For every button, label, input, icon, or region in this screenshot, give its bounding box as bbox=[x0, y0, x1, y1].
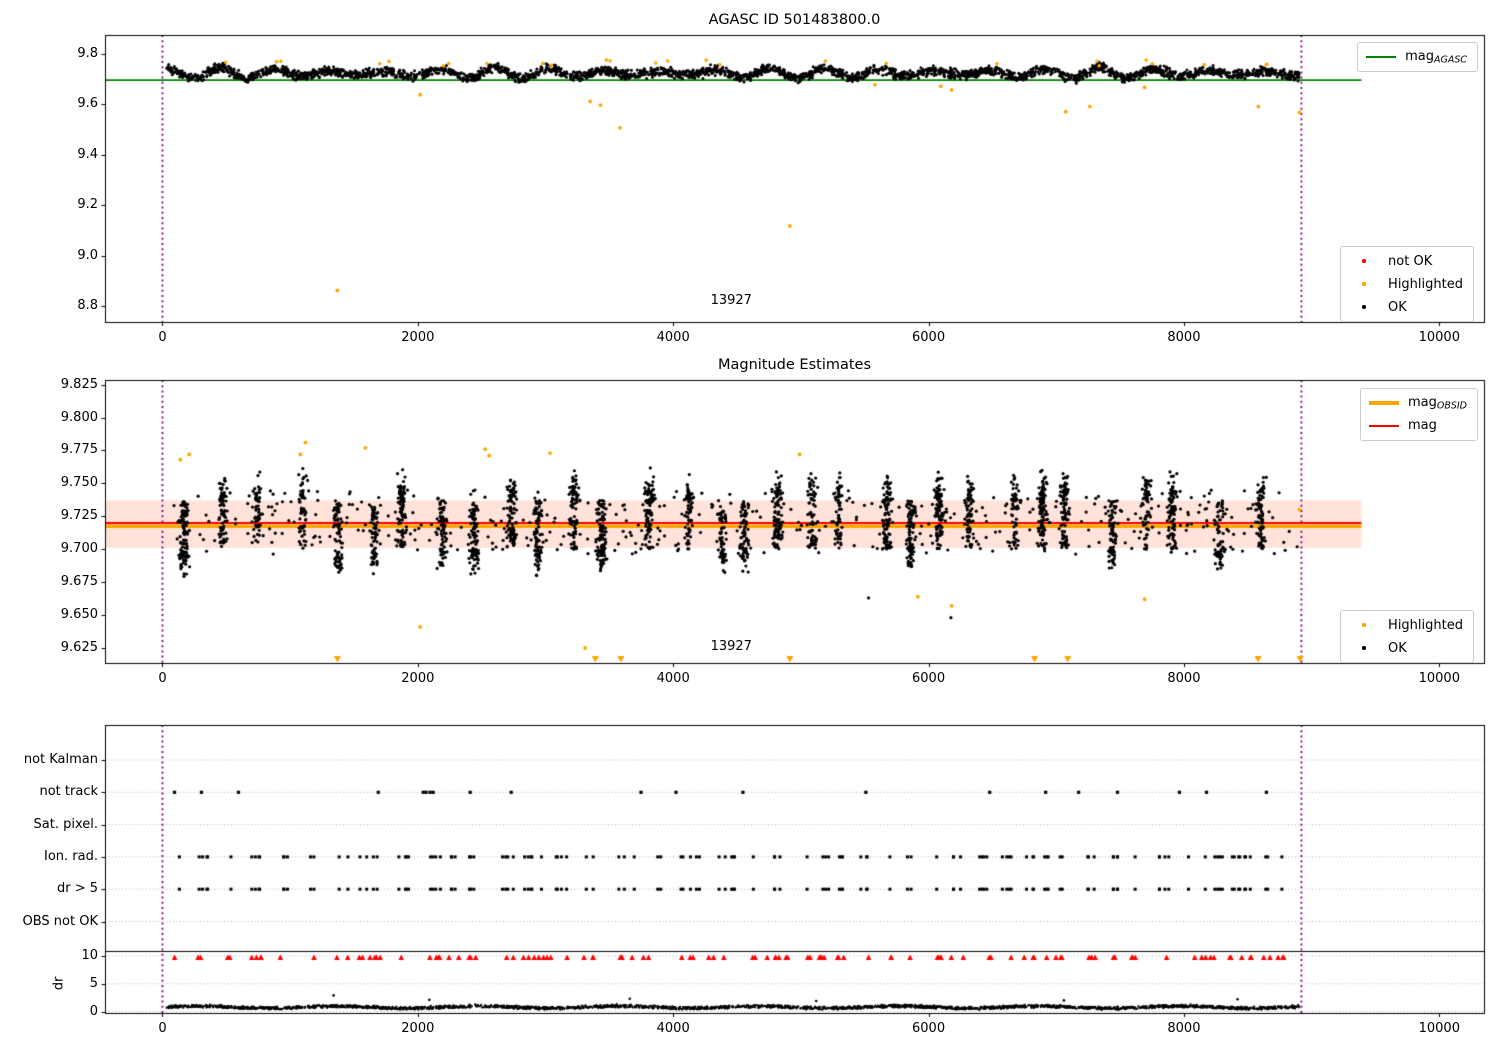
x-tick-label: 0 bbox=[158, 330, 167, 345]
x-tick-label: 10000 bbox=[1418, 1021, 1460, 1036]
y-tick-label: 9.775 bbox=[60, 442, 98, 458]
x-tick-label: 8000 bbox=[1167, 330, 1201, 345]
y-tick-label: 9.800 bbox=[60, 409, 98, 425]
y-tick-label: 9.2 bbox=[77, 197, 98, 213]
mag-line-icon bbox=[1368, 424, 1399, 428]
y-tick-label: 9.6 bbox=[77, 96, 98, 112]
x-tick-label: 4000 bbox=[656, 330, 690, 345]
flag-row-label: not Kalman bbox=[23, 752, 98, 767]
legend-label: not OK bbox=[1388, 253, 1433, 269]
x-tick-label: 6000 bbox=[912, 671, 946, 686]
legend-item-highlighted: Highlighted bbox=[1349, 274, 1463, 294]
x-tick-label: 2000 bbox=[401, 1021, 435, 1036]
dr-tick-label: 5 bbox=[89, 975, 98, 991]
x-tick-label: 4000 bbox=[656, 671, 690, 686]
legend-item-ok: OK bbox=[1349, 297, 1463, 317]
flag-row-label: OBS not OK bbox=[22, 913, 99, 929]
legend-item-mag-agasc: magAGASC bbox=[1366, 47, 1467, 67]
top-chart-title: AGASC ID 501483800.0 bbox=[708, 12, 881, 28]
mag-agasc-line-icon bbox=[1366, 55, 1397, 59]
highlighted-dot-icon bbox=[1349, 623, 1379, 627]
x-tick-label: 0 bbox=[158, 1021, 167, 1036]
middle-line-legend: magOBSID mag bbox=[1359, 388, 1478, 441]
x-tick-label: 6000 bbox=[912, 330, 946, 345]
legend-label: magOBSID bbox=[1407, 394, 1467, 412]
flag-row-label: Ion. rad. bbox=[44, 848, 98, 864]
middle-marker-legend: Highlighted OK bbox=[1340, 610, 1474, 663]
legend-label: mag bbox=[1407, 417, 1437, 433]
dr-tick-label: 0 bbox=[89, 1003, 98, 1019]
y-tick-label: 9.625 bbox=[60, 639, 98, 655]
x-tick-label: 10000 bbox=[1418, 330, 1460, 345]
top-marker-legend: not OK Highlighted OK bbox=[1340, 246, 1474, 322]
not-ok-dot-icon bbox=[1349, 259, 1379, 263]
ok-dot-icon bbox=[1349, 646, 1379, 650]
flag-row-label: dr > 5 bbox=[56, 881, 98, 897]
legend-item-highlighted: Highlighted bbox=[1349, 615, 1463, 635]
legend-item-not-ok: not OK bbox=[1349, 251, 1463, 271]
legend-item-ok: OK bbox=[1349, 638, 1463, 658]
x-tick-label: 4000 bbox=[656, 1021, 690, 1036]
x-tick-label: 2000 bbox=[401, 671, 435, 686]
ok-dot-icon bbox=[1349, 305, 1379, 309]
legend-item-mag-obsid: magOBSID bbox=[1368, 393, 1467, 413]
mag-obsid-line-icon bbox=[1368, 401, 1399, 405]
y-tick-label: 9.650 bbox=[60, 607, 98, 623]
legend-label: Highlighted bbox=[1388, 617, 1463, 633]
top-line-legend: magAGASC bbox=[1357, 42, 1478, 72]
legend-item-mag: mag bbox=[1368, 416, 1467, 436]
x-tick-label: 6000 bbox=[912, 1021, 946, 1036]
y-tick-label: 9.675 bbox=[60, 574, 98, 590]
y-tick-label: 9.8 bbox=[77, 45, 98, 61]
dr-tick-label: 10 bbox=[81, 948, 98, 963]
middle-chart-title: Magnitude Estimates bbox=[717, 357, 872, 373]
legend-label: Highlighted bbox=[1388, 276, 1463, 292]
middle-count-annotation: 13927 bbox=[710, 639, 752, 654]
y-tick-label: 9.725 bbox=[60, 508, 98, 524]
highlighted-dot-icon bbox=[1349, 282, 1379, 286]
legend-label: magAGASC bbox=[1405, 48, 1467, 66]
x-tick-label: 0 bbox=[158, 671, 167, 686]
x-tick-label: 2000 bbox=[401, 330, 435, 345]
y-tick-label: 9.825 bbox=[60, 376, 98, 392]
top-count-annotation: 13927 bbox=[710, 293, 752, 308]
legend-label: OK bbox=[1388, 299, 1407, 315]
y-tick-label: 9.700 bbox=[60, 541, 98, 557]
y-tick-label: 9.0 bbox=[77, 247, 98, 263]
x-tick-label: 10000 bbox=[1418, 671, 1460, 686]
flag-row-label: not track bbox=[39, 784, 98, 800]
legend-label: OK bbox=[1388, 640, 1407, 656]
flag-row-label: Sat. pixel. bbox=[33, 816, 98, 832]
x-tick-label: 8000 bbox=[1167, 671, 1201, 686]
figure: AGASC ID 501483800.0 Magnitude Estimates… bbox=[0, 0, 1500, 1050]
x-tick-label: 8000 bbox=[1167, 1021, 1201, 1036]
plot-canvas bbox=[0, 0, 1500, 1050]
y-tick-label: 9.4 bbox=[77, 146, 98, 162]
y-tick-label: 8.8 bbox=[77, 298, 98, 314]
y-tick-label: 9.750 bbox=[60, 475, 98, 491]
